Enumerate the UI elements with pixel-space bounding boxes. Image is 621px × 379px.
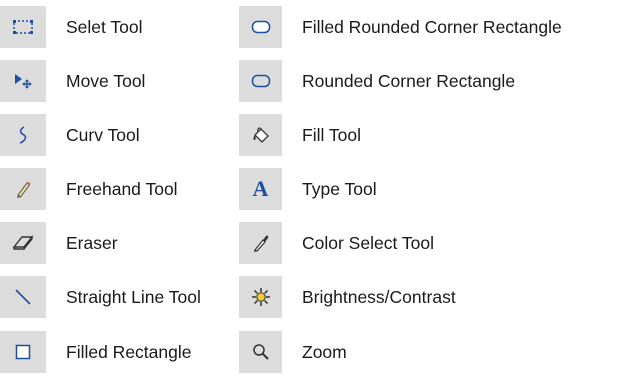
tool-row-move: Move Tool xyxy=(0,54,232,108)
curve-icon xyxy=(17,125,29,145)
tool-row-filled-rectangle: Filled Rectangle xyxy=(0,325,232,379)
tool-row-straight-line: Straight Line Tool xyxy=(0,270,232,324)
curve-tool-label: Curv Tool xyxy=(66,125,140,146)
select-tool-label: Selet Tool xyxy=(66,17,143,37)
select-tool-button[interactable] xyxy=(0,6,46,48)
tool-list-left: Selet Tool Move Tool Curv Tool Freehand … xyxy=(0,0,232,379)
rounded-rectangle-icon xyxy=(251,74,271,88)
type-tool-button[interactable]: A xyxy=(239,168,282,211)
freehand-tool-button[interactable] xyxy=(0,168,46,211)
tool-row-filled-rounded-rectangle: Filled Rounded Corner Rectangle xyxy=(237,0,621,54)
straight-line-tool-button[interactable] xyxy=(0,276,46,319)
tool-list-right: Filled Rounded Corner Rectangle Rounded … xyxy=(237,0,621,379)
tool-row-type: A Type Tool xyxy=(237,162,621,216)
color-select-tool-label: Color Select Tool xyxy=(302,233,434,254)
square-outline-icon xyxy=(15,344,31,360)
filled-rounded-rectangle-tool-button[interactable] xyxy=(239,6,282,48)
fill-tool-label: Fill Tool xyxy=(302,125,362,146)
diagonal-line-icon xyxy=(13,287,33,307)
tool-row-fill: Fill Tool xyxy=(237,108,621,162)
filled-rectangle-tool-label: Filled Rectangle xyxy=(66,341,192,362)
filled-rectangle-tool-button[interactable] xyxy=(0,330,46,373)
eyedropper-icon xyxy=(251,233,271,253)
eraser-tool-label: Eraser xyxy=(66,233,118,254)
type-letter-a-icon: A xyxy=(252,176,269,202)
move-arrow-icon xyxy=(12,72,34,90)
curve-tool-button[interactable] xyxy=(0,114,46,157)
eraser-icon xyxy=(12,234,34,252)
zoom-tool-button[interactable] xyxy=(239,330,282,373)
move-tool-button[interactable] xyxy=(0,60,46,103)
tool-row-select: Selet Tool xyxy=(0,0,232,54)
magnifier-icon xyxy=(252,343,270,361)
eraser-tool-button[interactable] xyxy=(0,222,46,265)
fill-tool-button[interactable] xyxy=(239,114,282,157)
brightness-contrast-tool-button[interactable] xyxy=(239,276,282,319)
zoom-tool-label: Zoom xyxy=(302,341,347,362)
filled-rounded-rectangle-tool-label: Filled Rounded Corner Rectangle xyxy=(302,17,562,37)
tool-row-eraser: Eraser xyxy=(0,216,232,270)
tool-row-freehand: Freehand Tool xyxy=(0,162,232,216)
rounded-rectangle-tool-label: Rounded Corner Rectangle xyxy=(302,71,516,92)
paint-bucket-icon xyxy=(251,125,271,145)
type-tool-label: Type Tool xyxy=(302,179,377,200)
pencil-icon xyxy=(13,179,33,199)
brightness-sun-icon xyxy=(251,287,271,307)
brightness-contrast-tool-label: Brightness/Contrast xyxy=(302,287,456,308)
tool-row-color-select: Color Select Tool xyxy=(237,216,621,270)
move-tool-label: Move Tool xyxy=(66,71,146,92)
freehand-tool-label: Freehand Tool xyxy=(66,179,178,200)
rounded-rectangle-tool-button[interactable] xyxy=(239,60,282,103)
straight-line-tool-label: Straight Line Tool xyxy=(66,287,201,308)
filled-rounded-rectangle-icon xyxy=(251,20,271,34)
tool-row-rounded-rectangle: Rounded Corner Rectangle xyxy=(237,54,621,108)
tool-row-brightness-contrast: Brightness/Contrast xyxy=(237,270,621,324)
color-select-tool-button[interactable] xyxy=(239,222,282,265)
tool-row-zoom: Zoom xyxy=(237,325,621,379)
tool-row-curve: Curv Tool xyxy=(0,108,232,162)
select-marquee-icon xyxy=(13,20,33,34)
